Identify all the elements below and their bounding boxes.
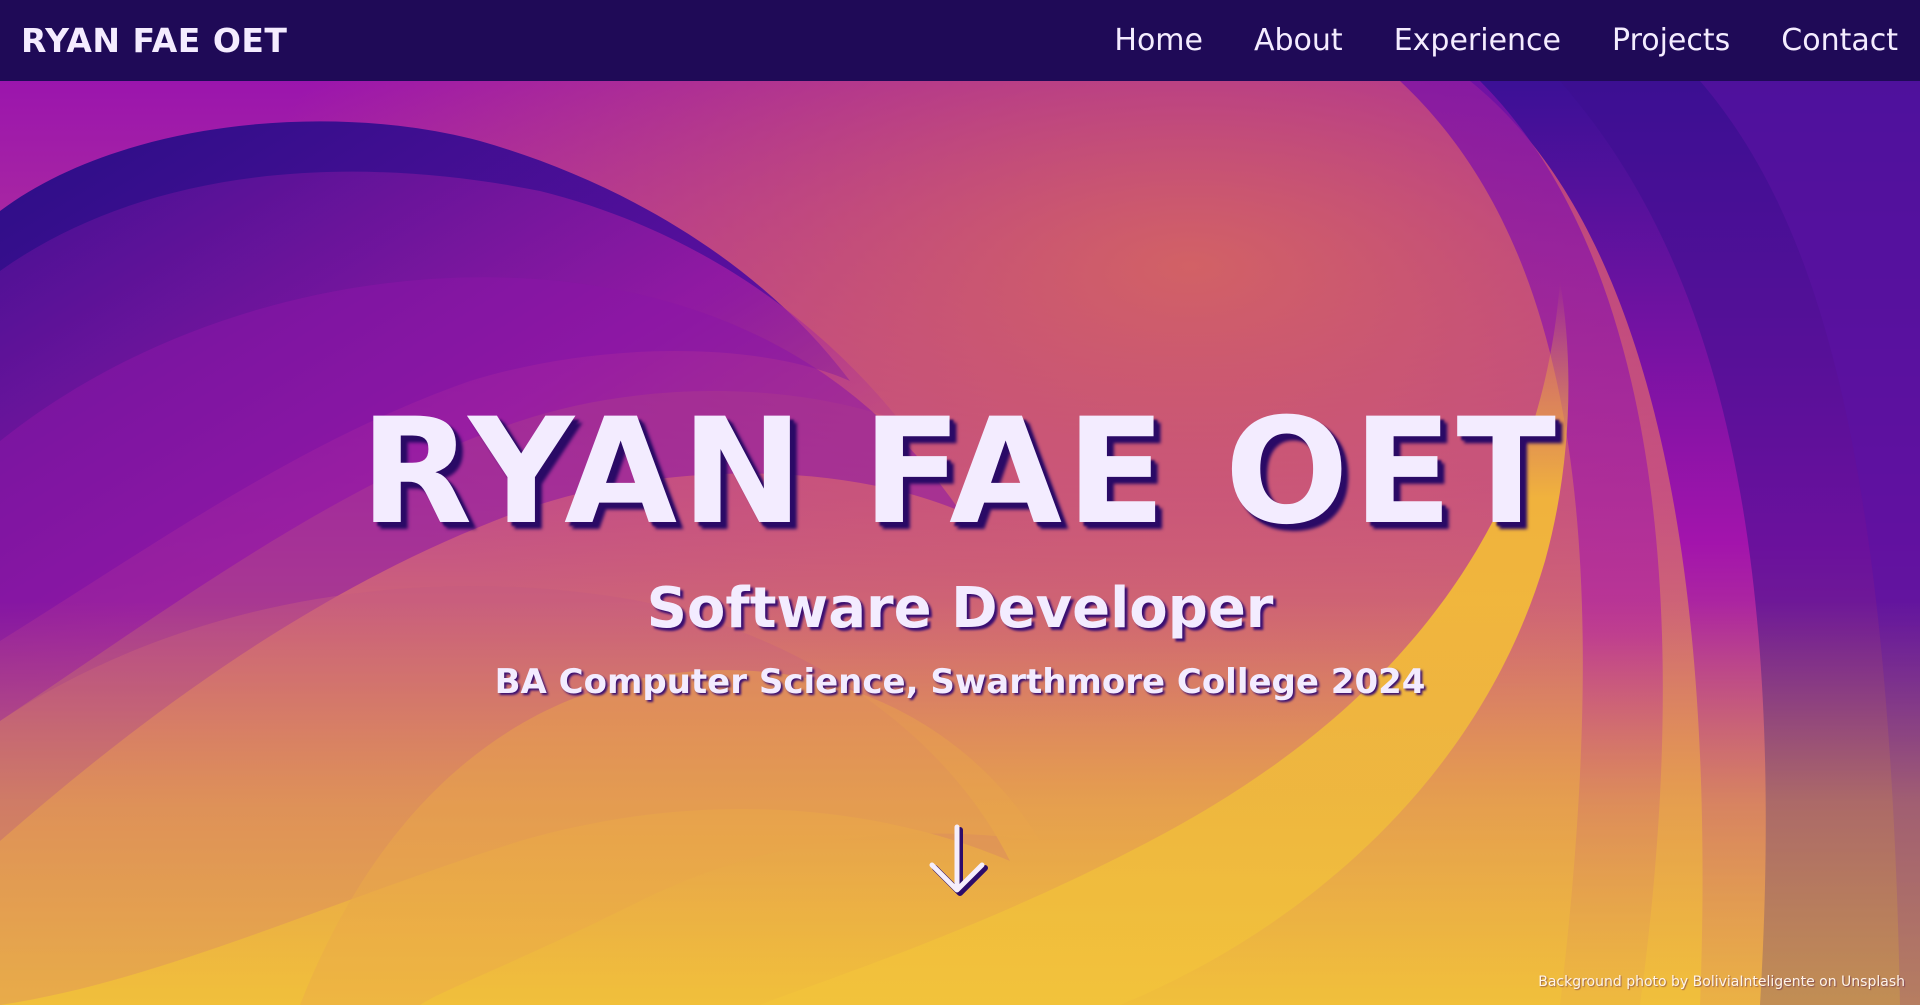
hero-content: RYAN FAE OET Software Developer BA Compu… <box>0 81 1920 1005</box>
nav-links: Home About Experience Projects Contact <box>1114 23 1898 58</box>
nav-link-experience[interactable]: Experience <box>1394 23 1561 58</box>
hero-name-heading: RYAN FAE OET <box>359 387 1561 557</box>
top-navbar: RYAN FAE OET Home About Experience Proje… <box>0 0 1920 81</box>
nav-link-home[interactable]: Home <box>1114 23 1203 58</box>
hero-section: RYAN FAE OET Software Developer BA Compu… <box>0 81 1920 1005</box>
page: RYAN FAE OET Home About Experience Proje… <box>0 0 1920 1005</box>
brand-logo-link[interactable]: RYAN FAE OET <box>21 21 287 60</box>
nav-link-contact[interactable]: Contact <box>1781 23 1898 58</box>
nav-link-projects[interactable]: Projects <box>1612 23 1730 58</box>
hero-degree-text: BA Computer Science, Swarthmore College … <box>494 662 1426 702</box>
photo-credit: Background photo by BoliviaInteligente o… <box>1538 974 1905 990</box>
arrow-down-icon[interactable] <box>926 821 994 901</box>
nav-link-about[interactable]: About <box>1254 23 1343 58</box>
hero-role-subtitle: Software Developer <box>646 576 1274 641</box>
